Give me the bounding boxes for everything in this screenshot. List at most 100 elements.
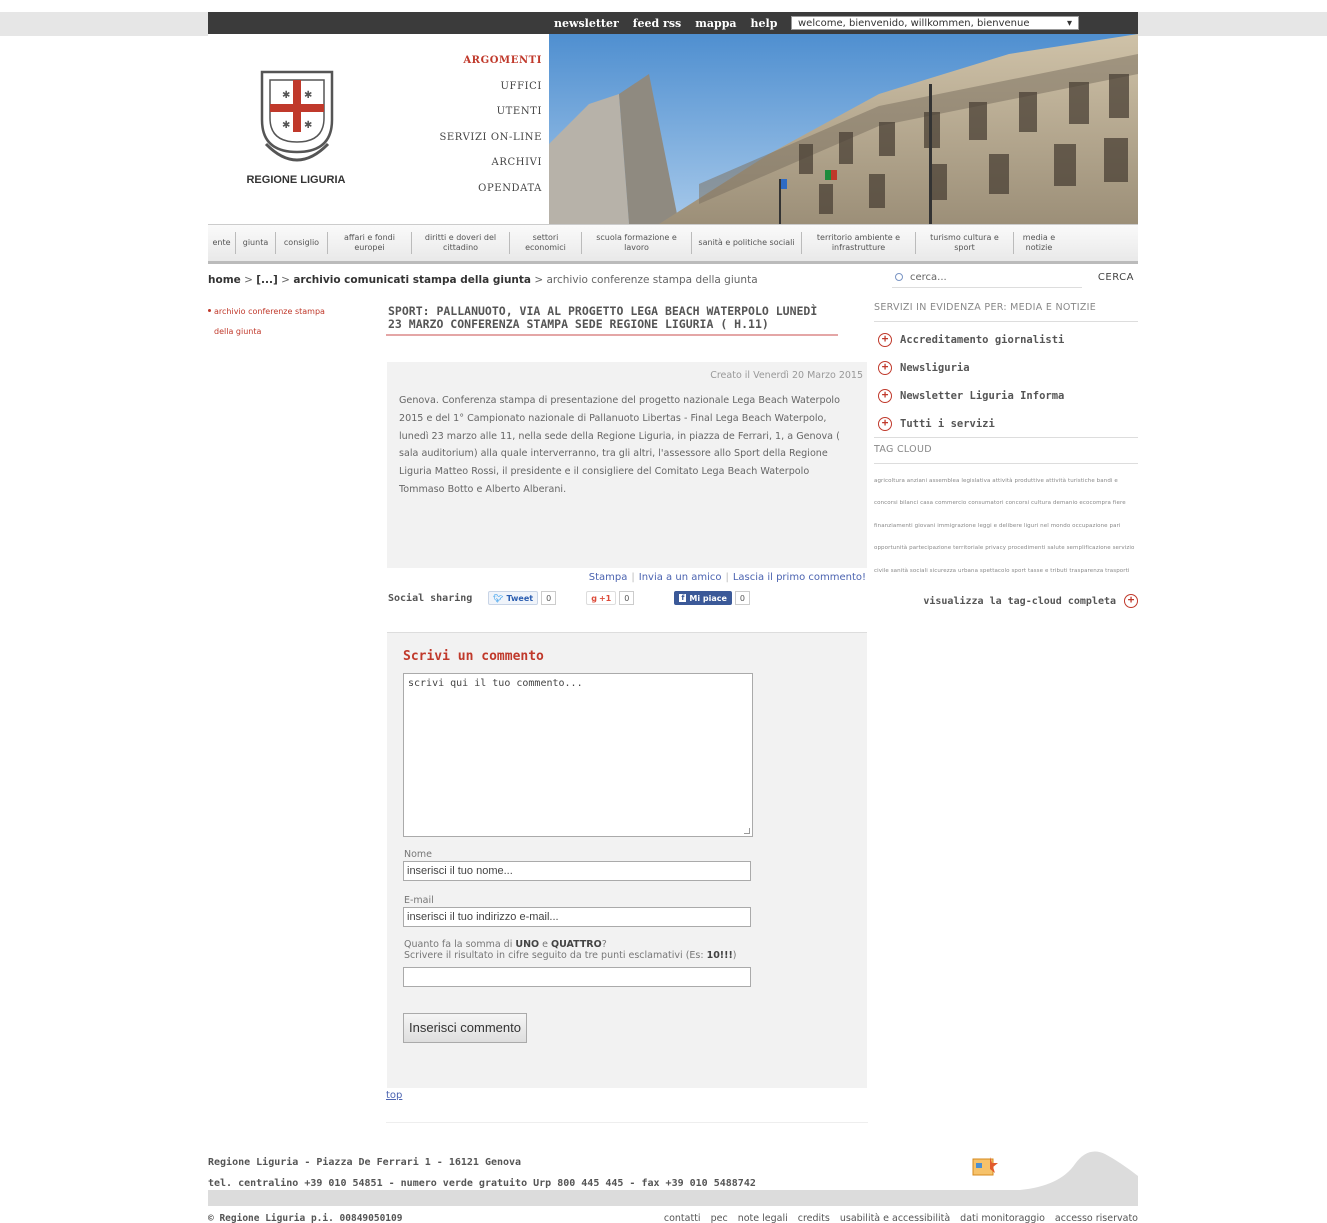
service-accreditamento[interactable]: + Accreditamento giornalisti bbox=[874, 326, 1138, 354]
breadcrumb-ellipsis[interactable]: [...] bbox=[256, 274, 278, 286]
chevron-down-icon: ▾ bbox=[1066, 17, 1072, 29]
footer-link-pec[interactable]: pec bbox=[711, 1213, 728, 1223]
service-label: Newsliguria bbox=[900, 362, 970, 374]
breadcrumb-separator: > bbox=[531, 274, 547, 286]
gplus-icon: g bbox=[591, 593, 597, 603]
category-consiglio[interactable]: consiglio bbox=[276, 232, 328, 254]
article-actions: Stampa | Invia a un amico | Lascia il primo … bbox=[386, 570, 866, 583]
resize-grip-icon[interactable] bbox=[744, 828, 750, 834]
left-nav-item-archivio-conferenze[interactable]: archivio conferenze stampa della giunta bbox=[208, 302, 368, 342]
copyright: © Regione Liguria p.i. 00849050109 bbox=[208, 1213, 403, 1223]
back-to-top-link[interactable]: top bbox=[386, 1090, 402, 1101]
nav-utenti[interactable]: UTENTI bbox=[439, 99, 542, 125]
help-link[interactable]: help bbox=[751, 17, 778, 30]
circle-plus-icon: + bbox=[878, 416, 892, 431]
right-sidebar: SERVIZI IN EVIDENZA PER: MEDIA E NOTIZIE… bbox=[874, 302, 1138, 609]
category-sanita-politiche-sociali[interactable]: sanità e politiche sociali bbox=[692, 232, 802, 254]
newsletter-link[interactable]: newsletter bbox=[554, 17, 619, 30]
email-field[interactable]: inserisci il tuo indirizzo e-mail... bbox=[403, 907, 751, 927]
footer-link-usabilita[interactable]: usabilità e accessibilità bbox=[840, 1213, 950, 1223]
service-label: Accreditamento giornalisti bbox=[900, 334, 1065, 346]
category-scuola-formazione-lavoro[interactable]: scuola formazione e lavoro bbox=[582, 232, 692, 254]
left-nav: archivio conferenze stampa della giunta bbox=[208, 302, 368, 342]
regione-liguria-logo[interactable]: ✱ ✱ ✱ ✱ bbox=[252, 70, 342, 177]
nav-servizi-online[interactable]: SERVIZI ON-LINE bbox=[439, 125, 542, 151]
breadcrumb-parent[interactable]: archivio comunicati stampa della giunta bbox=[293, 274, 531, 286]
footer-decoration bbox=[1020, 1146, 1138, 1190]
footer-links: contatti pec note legali credits usabili… bbox=[664, 1213, 1138, 1223]
category-affari-fondi-europei[interactable]: affari e fondi europei bbox=[328, 232, 412, 254]
left-nav-label-line2: della giunta bbox=[214, 327, 262, 336]
tweet-button[interactable]: 🐦︎ Tweet bbox=[488, 591, 539, 605]
facebook-like-count: 0 bbox=[734, 591, 750, 605]
footer-link-contatti[interactable]: contatti bbox=[664, 1213, 701, 1223]
captcha-answer-field[interactable] bbox=[403, 967, 751, 987]
search-box: cerca... CERCA bbox=[888, 268, 1138, 288]
submit-comment-button[interactable]: Inserisci commento bbox=[403, 1013, 527, 1043]
service-newsletter[interactable]: + Newsletter Liguria Informa bbox=[874, 382, 1138, 410]
nav-argomenti[interactable]: ARGOMENTI bbox=[439, 48, 542, 74]
svg-text:✱: ✱ bbox=[304, 90, 312, 101]
facebook-like-label: Mi piace bbox=[689, 593, 727, 603]
service-label: Tutti i servizi bbox=[900, 417, 995, 430]
gplus-label: +1 bbox=[598, 593, 612, 603]
print-link[interactable]: Stampa bbox=[589, 572, 628, 583]
circle-plus-icon: + bbox=[878, 333, 892, 347]
social-sharing: Social sharing 🐦︎ Tweet 0 g +1 0 f Mi pi… bbox=[388, 586, 868, 610]
services-header: SERVIZI IN EVIDENZA PER: MEDIA E NOTIZIE bbox=[874, 302, 1138, 322]
language-select[interactable]: welcome, bienvenido, willkommen, bienven… bbox=[791, 16, 1079, 30]
separator: | bbox=[725, 572, 729, 583]
tag-cloud-full-link[interactable]: visualizza la tag-cloud completa + bbox=[874, 594, 1138, 609]
facebook-icon: f bbox=[679, 594, 687, 602]
send-to-friend-link[interactable]: Invia a un amico bbox=[639, 572, 722, 583]
category-ente[interactable]: ente bbox=[208, 232, 236, 254]
comment-textarea[interactable]: scrivi qui il tuo commento... bbox=[403, 673, 753, 837]
breadcrumb-current: archivio conferenze stampa della giunta bbox=[546, 274, 758, 286]
category-media-notizie[interactable]: media e notizie bbox=[1014, 232, 1064, 254]
name-label: Nome bbox=[404, 849, 433, 860]
first-comment-link[interactable]: Lascia il primo commento! bbox=[733, 572, 866, 583]
service-label: Newsletter Liguria Informa bbox=[900, 390, 1065, 402]
feed-rss-link[interactable]: feed rss bbox=[633, 17, 681, 30]
mappa-link[interactable]: mappa bbox=[695, 17, 736, 30]
category-turismo-cultura-sport[interactable]: turismo cultura e sport bbox=[916, 232, 1014, 254]
nav-archivi[interactable]: ARCHIVI bbox=[439, 150, 542, 176]
service-tutti[interactable]: + Tutti i servizi bbox=[874, 410, 1138, 438]
utility-links: newsletter feed rss mappa help bbox=[554, 12, 791, 34]
circle-plus-icon: + bbox=[878, 389, 892, 403]
captcha-hint-prefix: Scrivere il risultato in cifre seguito d… bbox=[404, 950, 707, 961]
nav-uffici[interactable]: UFFICI bbox=[439, 74, 542, 100]
article-title: SPORT: PALLANUOTO, VIA AL PROGETTO LEGA … bbox=[386, 302, 838, 336]
footer-link-monitoraggio[interactable]: dati monitoraggio bbox=[960, 1213, 1045, 1223]
created-date: Creato il Venerdì 20 Marzo 2015 bbox=[710, 370, 863, 381]
footer-link-credits[interactable]: credits bbox=[798, 1213, 830, 1223]
footer-link-note-legali[interactable]: note legali bbox=[738, 1213, 788, 1223]
footer-link-accesso-riservato[interactable]: accesso riservato bbox=[1055, 1213, 1138, 1223]
feed-icon[interactable] bbox=[972, 1155, 998, 1177]
site-header: ✱ ✱ ✱ ✱ REGIONE LIGURIA ARGOMENTI UFFICI… bbox=[208, 34, 1138, 224]
category-diritti-doveri[interactable]: diritti e doveri del cittadino bbox=[412, 232, 510, 254]
article-body: Genova. Conferenza stampa di presentazio… bbox=[399, 395, 840, 495]
search-input[interactable]: cerca... bbox=[892, 268, 1082, 288]
category-bar: ente giunta consiglio affari e fondi eur… bbox=[208, 224, 1138, 264]
service-newsliguria[interactable]: + Newsliguria bbox=[874, 354, 1138, 382]
search-button[interactable]: CERCA bbox=[1098, 268, 1134, 288]
category-settori-economici[interactable]: settori economici bbox=[510, 232, 582, 254]
breadcrumb-home[interactable]: home bbox=[208, 274, 241, 286]
circle-plus-icon: + bbox=[878, 361, 892, 375]
breadcrumb-separator: > bbox=[277, 274, 294, 286]
facebook-like-button[interactable]: f Mi piace bbox=[674, 591, 732, 605]
captcha-question-and: e bbox=[539, 939, 552, 950]
captcha-hint-example: 10!!! bbox=[706, 950, 733, 961]
tag-cloud[interactable]: agricoltura anziani assemblea legislativ… bbox=[874, 464, 1138, 582]
category-giunta[interactable]: giunta bbox=[236, 232, 276, 254]
name-field[interactable]: inserisci il tuo nome... bbox=[403, 861, 751, 881]
nav-opendata[interactable]: OPENDATA bbox=[439, 176, 542, 202]
comment-textarea-value: scrivi qui il tuo commento... bbox=[408, 678, 583, 689]
category-territorio-ambiente[interactable]: territorio ambiente e infrastrutture bbox=[802, 232, 916, 254]
footer-address-line: Regione Liguria - Piazza De Ferrari 1 - … bbox=[208, 1157, 522, 1168]
tweet-label: Tweet bbox=[506, 593, 534, 603]
gplus-button[interactable]: g +1 bbox=[586, 591, 617, 605]
tag-cloud-header: TAG CLOUD bbox=[874, 438, 1138, 464]
footer-band bbox=[208, 1190, 1138, 1206]
